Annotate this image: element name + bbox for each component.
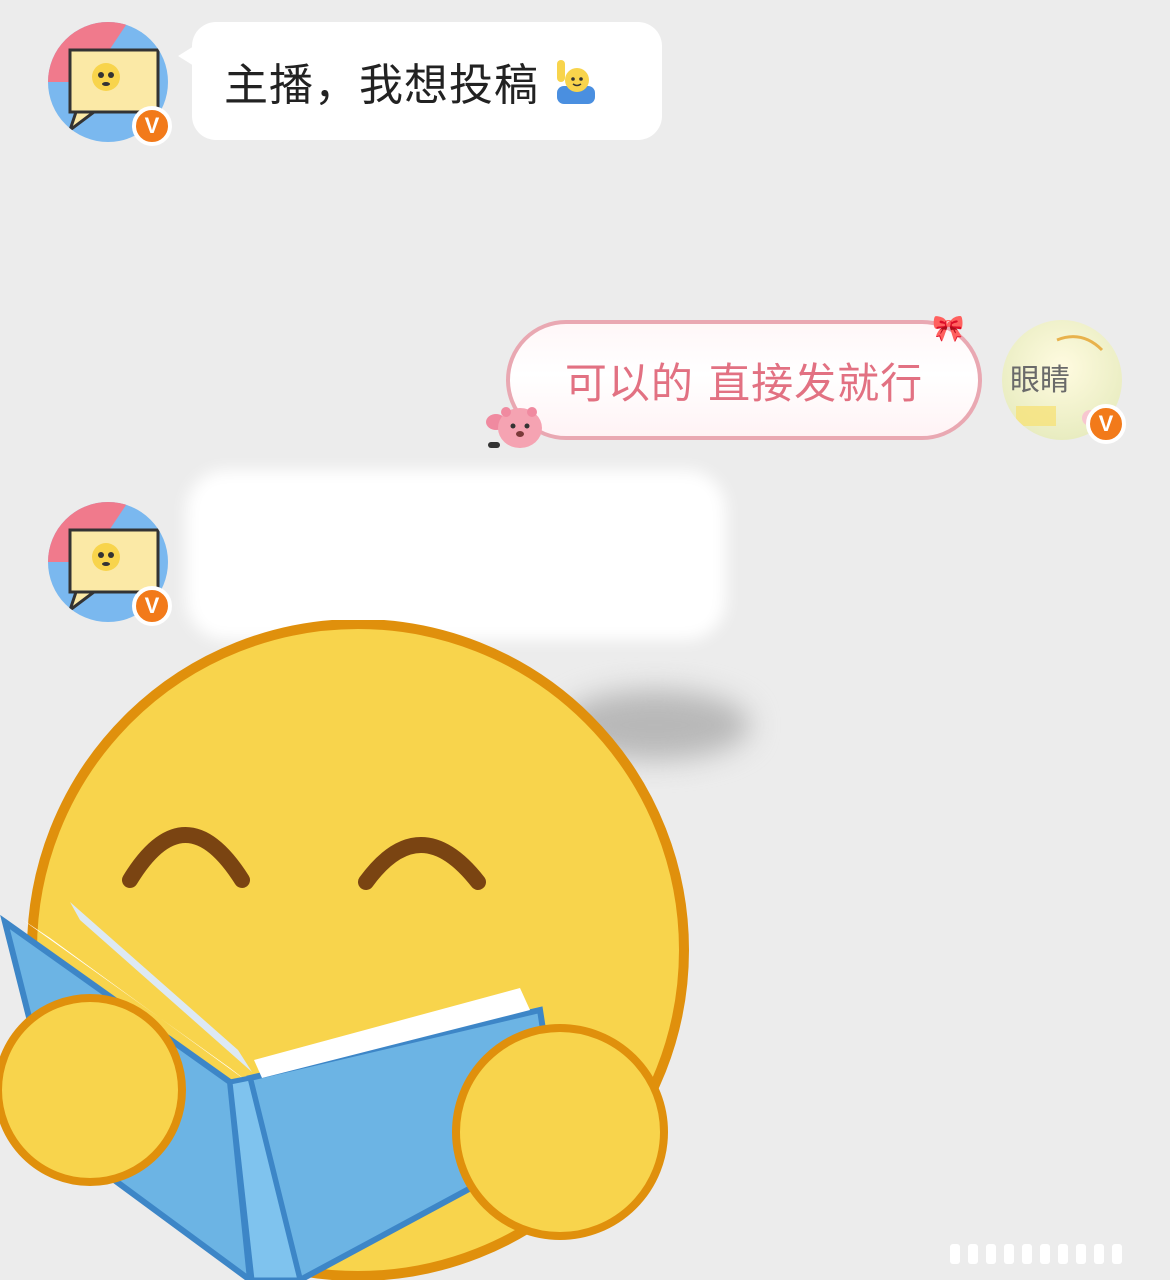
avatar-left-1[interactable]: V: [48, 22, 172, 146]
verified-badge: V: [1086, 404, 1126, 444]
message-bubble-outgoing[interactable]: 可以的 直接发就行: [506, 320, 982, 440]
beaver-sticker-icon: [482, 396, 546, 452]
avatar-left-2[interactable]: V: [48, 502, 172, 626]
reading-book-emoji-icon: [0, 620, 700, 1280]
scroll-indicator: [950, 1244, 1160, 1266]
message-text: 主播，我想投稿: [224, 60, 539, 111]
avatar-text: 眼睛: [1010, 363, 1070, 398]
bow-icon: 🎀: [932, 314, 965, 344]
message-bubble-incoming-hidden[interactable]: [186, 470, 726, 640]
raising-hand-icon: [551, 56, 601, 106]
avatar-right[interactable]: 眼睛 V: [1002, 320, 1126, 444]
message-bubble-incoming[interactable]: 主播，我想投稿: [178, 22, 662, 140]
verified-badge: V: [132, 106, 172, 146]
message-text: 可以的 直接发就行: [564, 358, 924, 408]
